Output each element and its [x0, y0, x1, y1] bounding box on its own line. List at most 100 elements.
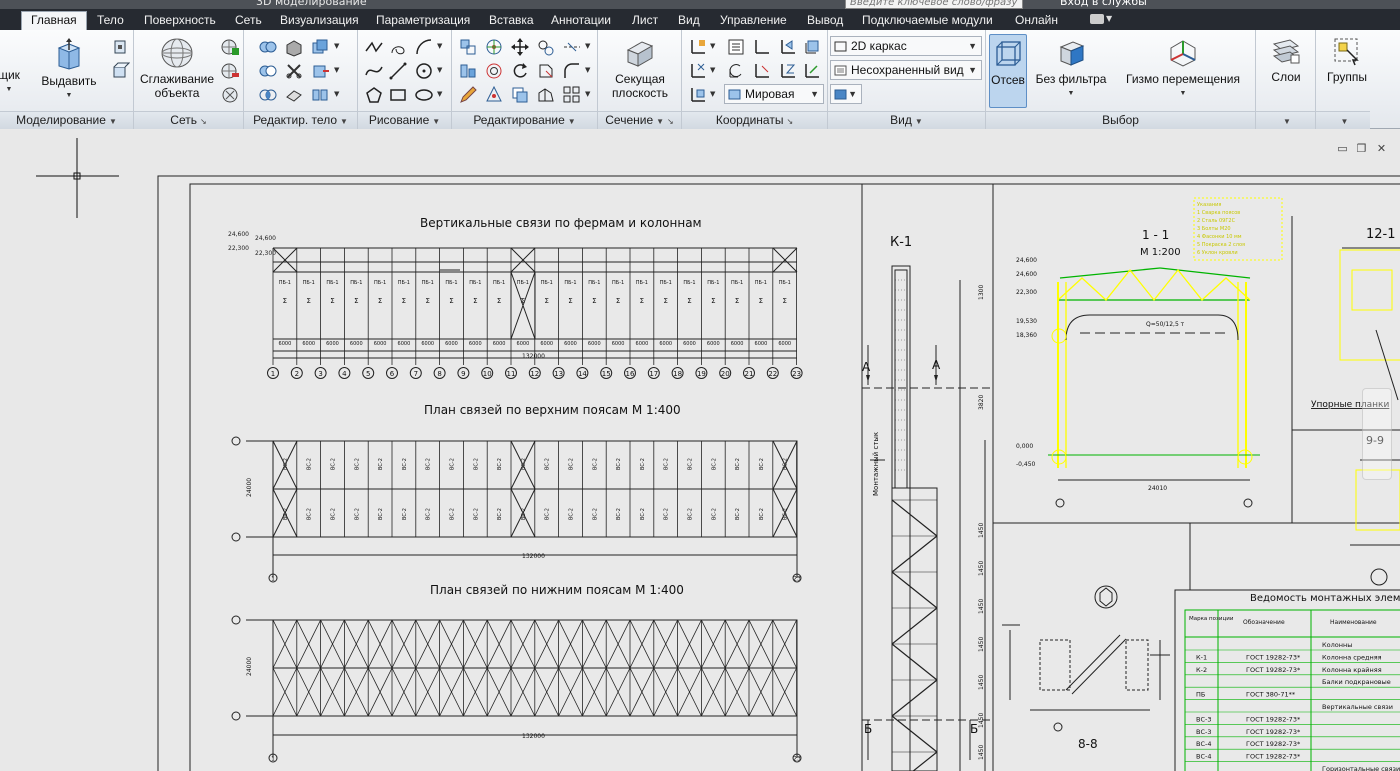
ucs-3point-icon[interactable] [802, 61, 822, 81]
interfere-icon[interactable] [310, 37, 330, 57]
extract-edges-icon[interactable] [284, 37, 304, 57]
smooth-less-icon[interactable] [220, 61, 240, 81]
helix-icon[interactable] [388, 37, 408, 57]
array-icon[interactable] [562, 85, 582, 105]
panel-modify-label[interactable]: Редактирование ▼ [452, 111, 597, 129]
panel-mesh-label[interactable]: Сеть ↘ [134, 111, 243, 129]
chevron-down-icon[interactable]: ▼ [334, 66, 339, 74]
panel-modeling-label[interactable]: Моделирование ▼ [0, 111, 133, 129]
panel-coordinates-label[interactable]: Координаты ↘ [682, 111, 827, 129]
refine-mesh-icon[interactable] [220, 85, 240, 105]
intersect-icon[interactable] [258, 85, 278, 105]
chevron-down-icon[interactable]: ▼ [710, 42, 715, 50]
tab-insert[interactable]: Вставка [489, 11, 534, 30]
panel-view-label[interactable]: Вид ▼ [828, 111, 985, 129]
shell-icon[interactable] [284, 85, 304, 105]
viewport-dropdown[interactable]: ▼ [830, 84, 862, 104]
chevron-down-icon[interactable]: ▼ [710, 90, 715, 98]
linear-dim-icon[interactable] [562, 37, 582, 57]
chevron-down-icon[interactable]: ▼ [437, 66, 442, 74]
chevron-down-icon[interactable]: ▼ [334, 42, 339, 50]
smooth-object-button[interactable]: Сглаживание объекта [138, 38, 216, 100]
drawing-canvas[interactable]: 24,600 22,300 24,600 22,300 1 6000 ПБ-1 … [0, 130, 1400, 771]
trim-icon[interactable] [536, 61, 556, 81]
tab-mesh[interactable]: Сеть [235, 11, 262, 30]
fillet-edge-icon[interactable] [536, 37, 556, 57]
viewport-minimize-icon[interactable]: ▭ [1336, 142, 1349, 155]
tab-layout[interactable]: Лист [632, 11, 658, 30]
presspull-icon[interactable] [110, 37, 130, 57]
copy-icon[interactable] [510, 85, 530, 105]
navigation-bar[interactable] [1362, 388, 1392, 480]
slice-icon[interactable] [284, 61, 304, 81]
tab-surface[interactable]: Поверхность [144, 11, 216, 30]
chevron-down-icon[interactable]: ▼ [585, 42, 590, 50]
search-input[interactable]: Введите ключевое слово/фразу [845, 0, 1023, 9]
polyline-icon[interactable] [364, 37, 384, 57]
chevron-down-icon[interactable]: ▼ [585, 66, 590, 74]
panel-section-label[interactable]: Сечение ▼ ↘ [598, 111, 681, 129]
ucs-named-icon[interactable] [726, 37, 746, 57]
culling-button[interactable]: Отсев [989, 34, 1027, 108]
box-button[interactable]: щик ▼ [0, 68, 24, 97]
ucs-z-icon[interactable] [778, 61, 798, 81]
tab-output[interactable]: Вывод [807, 11, 843, 30]
viewport-close-icon[interactable]: ✕ [1375, 142, 1388, 155]
ucs-world-icon[interactable] [752, 37, 772, 57]
panel-selection-label[interactable]: Выбор [986, 111, 1255, 129]
move-gizmo-button[interactable]: Гизмо перемещения ▼ [1122, 38, 1244, 101]
panel-groups-expander[interactable]: ▼ [1316, 111, 1370, 129]
separate-icon[interactable] [310, 85, 330, 105]
tab-home[interactable]: Главная [21, 11, 87, 30]
tab-plugins[interactable]: Подключаемые модули [862, 11, 993, 30]
chevron-down-icon[interactable]: ▼ [1106, 14, 1112, 23]
tab-solid[interactable]: Тело [97, 11, 124, 30]
tab-annotate[interactable]: Аннотации [551, 11, 611, 30]
panel-layers-expander[interactable]: ▼ [1256, 111, 1315, 129]
chevron-down-icon[interactable]: ▼ [437, 42, 442, 50]
ucs-x-icon[interactable] [752, 61, 772, 81]
extrude-button[interactable]: Выдавить ▼ [40, 38, 98, 103]
line-icon[interactable] [388, 61, 408, 81]
saved-view-dropdown[interactable]: Несохраненный вид ▼ [830, 60, 982, 80]
ucs-previous-icon[interactable] [726, 61, 746, 81]
ucs-origin-icon[interactable] [688, 61, 708, 81]
union-icon[interactable] [258, 37, 278, 57]
ucs-object-icon[interactable] [802, 37, 822, 57]
circle-icon[interactable] [414, 61, 434, 81]
smooth-more-icon[interactable] [220, 37, 240, 57]
groups-button[interactable]: Группы [1322, 36, 1372, 84]
no-filter-button[interactable]: Без фильтра ▼ [1034, 38, 1108, 101]
extrude-faces-icon[interactable] [310, 61, 330, 81]
stretch-icon[interactable] [536, 85, 556, 105]
ucs-icon[interactable] [688, 37, 708, 57]
ucs-face-icon[interactable] [778, 37, 798, 57]
rotate-icon[interactable] [510, 61, 530, 81]
ellipse-icon[interactable] [414, 85, 434, 105]
3d-scale-icon[interactable] [458, 37, 478, 57]
rectangle-icon[interactable] [388, 85, 408, 105]
polysolid-icon[interactable] [110, 61, 130, 81]
panel-draw-label[interactable]: Рисование ▼ [358, 111, 451, 129]
3d-array-icon[interactable] [484, 61, 504, 81]
layers-button[interactable]: Слои [1264, 36, 1308, 84]
ucs-dropdown[interactable]: Мировая ▼ [724, 84, 824, 104]
spline-icon[interactable] [364, 61, 384, 81]
tab-manage[interactable]: Управление [720, 11, 787, 30]
chevron-down-icon[interactable]: ▼ [334, 90, 339, 98]
chevron-down-icon[interactable]: ▼ [437, 90, 442, 98]
3d-mirror-icon[interactable] [484, 85, 504, 105]
subtract-icon[interactable] [258, 61, 278, 81]
3d-rotate-icon[interactable] [484, 37, 504, 57]
section-plane-button[interactable]: Секущая плоскость [602, 38, 678, 100]
fillet-icon[interactable] [562, 61, 582, 81]
tab-view[interactable]: Вид [678, 11, 700, 30]
chevron-down-icon[interactable]: ▼ [585, 90, 590, 98]
polygon-icon[interactable] [364, 85, 384, 105]
edit-pencil-icon[interactable] [458, 85, 478, 105]
panel-toggle-icon[interactable] [1090, 14, 1104, 24]
tab-parametric[interactable]: Параметризация [376, 11, 470, 30]
ucs-view-icon[interactable] [688, 85, 708, 105]
3d-align-icon[interactable] [458, 61, 478, 81]
viewport-restore-icon[interactable]: ❐ [1355, 142, 1368, 155]
